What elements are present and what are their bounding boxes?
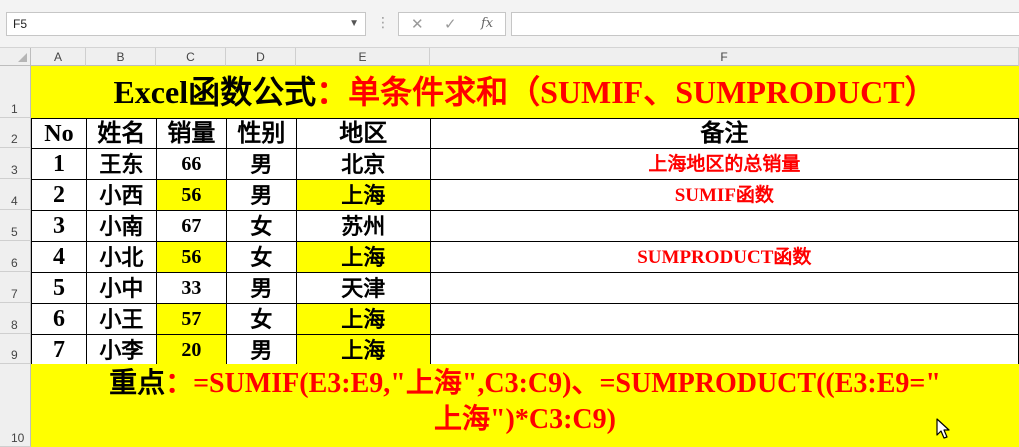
cell-name[interactable]: 小李 [85, 334, 157, 366]
table-row: 3 小南 67 女 苏州 [31, 210, 1019, 242]
row-header-4[interactable]: 4 [0, 179, 31, 210]
cell-gender[interactable]: 男 [225, 272, 297, 304]
column-header-b[interactable]: B [86, 48, 156, 66]
cell-name[interactable]: 小西 [85, 179, 157, 211]
cell-no[interactable]: 7 [31, 334, 87, 366]
header-cell-gender[interactable]: 性别 [225, 118, 297, 149]
formula-text-2: 上海")*C3:C9) [434, 404, 616, 435]
cancel-icon[interactable]: ✕ [411, 15, 424, 33]
cell-gender[interactable]: 女 [225, 210, 297, 242]
cell-no[interactable]: 3 [31, 210, 87, 242]
table-row: 5 小中 33 男 天津 [31, 272, 1019, 304]
mouse-cursor-icon [936, 418, 950, 439]
cell-note[interactable] [429, 210, 1019, 242]
key-formula-note[interactable]: 重点：=SUMIF(E3:E9,"上海",C3:C9)、=SUMPRODUCT(… [31, 364, 1019, 447]
table-row: 4 小北 56 女 上海 SUMPRODUCT函数 [31, 241, 1019, 273]
select-all-corner[interactable] [0, 48, 31, 66]
cell-region[interactable]: 上海 [295, 241, 431, 273]
cell-sales[interactable]: 33 [155, 272, 227, 304]
name-box-value: F5 [13, 17, 28, 31]
key-label: 重点 [109, 368, 166, 399]
header-cell-no[interactable]: No [31, 118, 87, 149]
row-header-2[interactable]: 2 [0, 118, 31, 148]
sheet-title[interactable]: Excel函数公式：单条件求和（SUMIF、SUMPRODUCT） [31, 66, 1019, 118]
more-options-icon[interactable]: ⋮ [376, 14, 390, 31]
cell-gender[interactable]: 男 [225, 334, 297, 366]
cell-name[interactable]: 王东 [85, 148, 157, 180]
cell-no[interactable]: 6 [31, 303, 87, 335]
title-red-part: ：单条件求和（SUMIF、SUMPRODUCT） [316, 74, 937, 110]
cell-note[interactable]: 上海地区的总销量 [429, 148, 1019, 180]
column-header-e[interactable]: E [296, 48, 430, 66]
confirm-icon[interactable]: ✓ [444, 15, 457, 33]
formula-input[interactable] [511, 12, 1019, 36]
table-header-row: No 姓名 销量 性别 地区 备注 [31, 118, 1019, 149]
cell-note[interactable]: SUMIF函数 [429, 179, 1019, 211]
cell-region[interactable]: 上海 [295, 334, 431, 366]
header-cell-name[interactable]: 姓名 [85, 118, 157, 149]
cell-name[interactable]: 小王 [85, 303, 157, 335]
formula-actions: ✕ ✓ fx [398, 12, 506, 36]
cell-name[interactable]: 小南 [85, 210, 157, 242]
cell-sales[interactable]: 57 [155, 303, 227, 335]
row-header-7[interactable]: 7 [0, 272, 31, 303]
key-formula-line-1: 重点：=SUMIF(E3:E9,"上海",C3:C9)、=SUMPRODUCT(… [31, 366, 1019, 402]
cell-note[interactable] [429, 334, 1019, 366]
cell-gender[interactable]: 男 [225, 148, 297, 180]
cell-sales[interactable]: 66 [155, 148, 227, 180]
cell-note[interactable] [429, 303, 1019, 335]
insert-function-icon[interactable]: fx [481, 16, 493, 31]
cell-note[interactable] [429, 272, 1019, 304]
row-header-6[interactable]: 6 [0, 241, 31, 272]
row-header-9[interactable]: 9 [0, 334, 31, 364]
cell-region[interactable]: 上海 [295, 303, 431, 335]
column-header-a[interactable]: A [31, 48, 86, 66]
chevron-down-icon[interactable]: ▼ [349, 13, 359, 35]
cell-region[interactable]: 上海 [295, 179, 431, 211]
formula-bar: F5 ▼ ⋮ ✕ ✓ fx [0, 0, 1019, 48]
header-cell-region[interactable]: 地区 [295, 118, 431, 149]
cell-region[interactable]: 北京 [295, 148, 431, 180]
cell-gender[interactable]: 女 [225, 303, 297, 335]
header-cell-sales[interactable]: 销量 [155, 118, 227, 149]
header-cell-note[interactable]: 备注 [429, 118, 1019, 149]
cell-note[interactable]: SUMPRODUCT函数 [429, 241, 1019, 273]
table-row: 2 小西 56 男 上海 SUMIF函数 [31, 179, 1019, 211]
data-table: No 姓名 销量 性别 地区 备注 1 王东 66 男 北京 上海地区的总销量 … [31, 118, 1019, 366]
row-header-1[interactable]: 1 [0, 66, 31, 118]
row-header-5[interactable]: 5 [0, 210, 31, 241]
cell-sales[interactable]: 56 [155, 241, 227, 273]
table-row: 7 小李 20 男 上海 [31, 334, 1019, 366]
row-header-10[interactable]: 10 [0, 364, 31, 447]
cell-region[interactable]: 天津 [295, 272, 431, 304]
cell-no[interactable]: 1 [31, 148, 87, 180]
cell-no[interactable]: 4 [31, 241, 87, 273]
worksheet: Excel函数公式：单条件求和（SUMIF、SUMPRODUCT） No 姓名 … [31, 66, 1019, 447]
table-row: 6 小王 57 女 上海 [31, 303, 1019, 335]
title-black-part: Excel函数公式 [113, 74, 317, 110]
column-header-d[interactable]: D [226, 48, 296, 66]
row-header-8[interactable]: 8 [0, 303, 31, 334]
cell-sales[interactable]: 20 [155, 334, 227, 366]
cell-region[interactable]: 苏州 [295, 210, 431, 242]
cell-gender[interactable]: 女 [225, 241, 297, 273]
cell-name[interactable]: 小北 [85, 241, 157, 273]
cell-name[interactable]: 小中 [85, 272, 157, 304]
name-box[interactable]: F5 ▼ [6, 12, 366, 36]
table-row: 1 王东 66 男 北京 上海地区的总销量 [31, 148, 1019, 180]
column-header-c[interactable]: C [156, 48, 226, 66]
column-header-f[interactable]: F [430, 48, 1019, 66]
cell-sales[interactable]: 56 [155, 179, 227, 211]
cell-no[interactable]: 2 [31, 179, 87, 211]
row-header-3[interactable]: 3 [0, 148, 31, 179]
cell-no[interactable]: 5 [31, 272, 87, 304]
formula-text-1: ：=SUMIF(E3:E9,"上海",C3:C9)、=SUMPRODUCT((E… [165, 368, 941, 399]
cell-sales[interactable]: 67 [155, 210, 227, 242]
cell-gender[interactable]: 男 [225, 179, 297, 211]
